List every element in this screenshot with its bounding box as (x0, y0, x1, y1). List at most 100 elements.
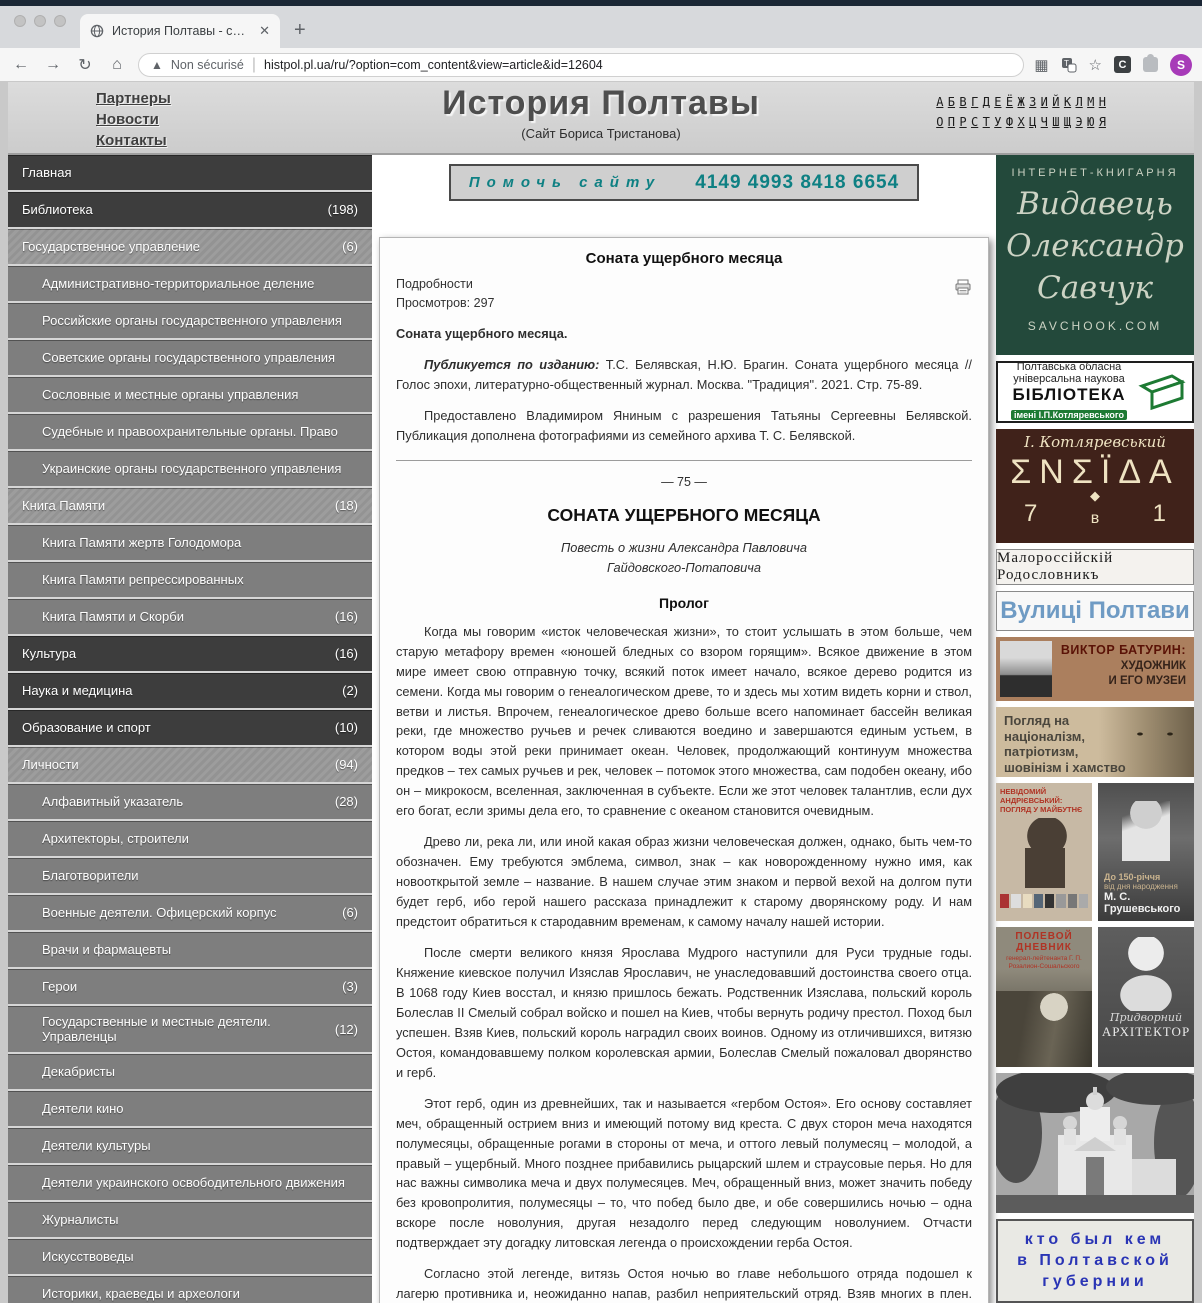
sidebar-item[interactable]: Историки, краеведы и археологи (8, 1276, 372, 1303)
sidebar-item[interactable]: Книга Памяти и Скорби (16) (8, 599, 372, 636)
sidebar-item[interactable]: Благотворители (8, 858, 372, 895)
extensions-puzzle-icon[interactable] (1143, 57, 1158, 72)
sidebar-item[interactable]: Военные деятели. Офицерский корпус (6) (8, 895, 372, 932)
alphabet-letter[interactable]: Ч (1041, 115, 1048, 129)
alphabet-letter[interactable]: В (959, 95, 966, 109)
sidebar-item[interactable]: Деятели культуры (8, 1128, 372, 1165)
banner-baturyn[interactable]: ВИКТОР БАТУРИН: ХУДОЖНИК И ЕГО МУЗЕИ (996, 637, 1194, 701)
alphabet-letter[interactable]: Л (1076, 95, 1083, 109)
sidebar-item[interactable]: Библиотека (198) (8, 192, 372, 229)
sidebar-item[interactable]: Советские органы государственного управл… (8, 340, 372, 377)
sidebar-item[interactable]: Герои (3) (8, 969, 372, 1006)
alphabet-letter[interactable]: И (1041, 95, 1048, 109)
alphabet-letter[interactable]: Р (959, 115, 966, 129)
profile-avatar[interactable]: S (1170, 54, 1192, 76)
tab-close-icon[interactable]: ✕ (259, 23, 270, 39)
apps-grid-icon[interactable]: ▦ (1034, 56, 1048, 74)
sidebar-item[interactable]: Образование и спорт (10) (8, 710, 372, 747)
sidebar-item[interactable]: Государственное управление (6) (8, 229, 372, 266)
alphabet-letter[interactable]: П (948, 115, 955, 129)
extension-c-icon[interactable]: C (1114, 56, 1131, 73)
alphabet-letter[interactable]: Б (948, 95, 955, 109)
sidebar-item[interactable]: Деятели украинского освободительного дви… (8, 1165, 372, 1202)
banner-church-photo[interactable] (996, 1073, 1194, 1213)
alphabet-letter[interactable]: У (994, 115, 1001, 129)
banner-andriyevsky[interactable]: НЕВІДОМИЙ АНДРІЄВСЬКИЙ: ПОГЛЯД У МАЙБУТН… (996, 783, 1092, 921)
sidebar-item[interactable]: Наука и медицина (2) (8, 673, 372, 710)
sidebar-item[interactable]: Сословные и местные органы управления (8, 377, 372, 414)
sidebar-item[interactable]: Государственные и местные деятели. Управ… (8, 1006, 372, 1054)
print-button[interactable] (954, 279, 972, 295)
alphabet-letter[interactable]: Щ (1064, 115, 1071, 129)
alphabet-letter[interactable]: Ж (1017, 95, 1024, 109)
alphabet-letter[interactable]: Ю (1087, 115, 1094, 129)
banner-polevoy-dnevnik[interactable]: ПОЛЕВОЙ ДНЕВНИК генерал-лейтенанта Г. П.… (996, 927, 1092, 1067)
alphabet-letter[interactable]: С (971, 115, 978, 129)
alphabet-letter[interactable]: Г (971, 95, 978, 109)
sidebar-item[interactable]: Журналисты (8, 1202, 372, 1239)
banner-architector[interactable]: Придворний АРХІТЕКТОР (1098, 927, 1194, 1067)
translate-icon[interactable]: T (1061, 57, 1077, 73)
sidebar-item[interactable]: Судебные и правоохранительные органы. Пр… (8, 414, 372, 451)
bookmark-star-icon[interactable]: ☆ (1089, 56, 1102, 74)
alphabet-letter[interactable]: Я (1099, 115, 1106, 129)
alphabet-letter[interactable]: М (1087, 95, 1094, 109)
alphabet-letter[interactable]: Д (983, 95, 990, 109)
donate-banner[interactable]: Помочь сайту 4149 4993 8418 6654 (449, 164, 919, 201)
sidebar-item[interactable]: Врачи и фармацевты (8, 932, 372, 969)
alphabet-letter[interactable]: Э (1076, 115, 1083, 129)
banner-kto-byl-kem[interactable]: кто был кем в Полтавской губернии (996, 1219, 1194, 1303)
sidebar-item[interactable]: Алфавитный указатель (28) (8, 784, 372, 821)
reload-button[interactable]: ↻ (74, 55, 96, 75)
banner-rodoslovnik[interactable]: Малороссійскій Родословникъ (996, 549, 1194, 585)
banner-pohlyad[interactable]: Погляд на націоналізм, патріотизм, шовін… (996, 707, 1194, 777)
sidebar-item[interactable]: Декабристы (8, 1054, 372, 1091)
back-button[interactable]: ← (10, 56, 32, 74)
eneida-title: ΣΝΣΪΔΑ (996, 453, 1194, 492)
address-bar[interactable]: ▲ Non sécurisé | histpol.pl.ua/ru/?optio… (138, 53, 1024, 77)
sidebar-item[interactable]: Главная (8, 155, 372, 192)
alphabet-letter[interactable]: Й (1052, 95, 1059, 109)
forward-button[interactable]: → (42, 56, 64, 74)
alphabet-letter[interactable]: Ц (1029, 115, 1036, 129)
banner-savchuk-bookstore[interactable]: ІНТЕРНЕТ-КНИГАРНЯ Видавець Олександр Сав… (996, 155, 1194, 355)
banner-vulytsi-poltavy[interactable]: Вулиці Полтави (996, 591, 1194, 631)
alphabet-letter[interactable]: Н (1099, 95, 1106, 109)
security-warning-icon[interactable]: ▲ (151, 58, 163, 72)
alphabet-letter[interactable]: Т (983, 115, 990, 129)
alphabet-letter[interactable]: Ё (1006, 95, 1013, 109)
tab-title: История Полтавы - сайт Бор (112, 24, 251, 38)
sidebar-item[interactable]: Личности (94) (8, 747, 372, 784)
alphabet-letter[interactable]: З (1029, 95, 1036, 109)
browser-tab[interactable]: История Полтавы - сайт Бор ✕ (80, 14, 280, 48)
sidebar-item[interactable]: Искусствоведы (8, 1239, 372, 1276)
library-named-after: імені І.П.Котляревського (1011, 410, 1127, 420)
sidebar-item[interactable]: Культура (16) (8, 636, 372, 673)
sidebar-item[interactable]: Книга Памяти жертв Голодомора (8, 525, 372, 562)
banner-hrushevsky[interactable]: До 150-річчя від дня народження М. С. Гр… (1098, 783, 1194, 921)
new-tab-button[interactable]: + (294, 19, 306, 42)
banner-eneida[interactable]: І. Котляревський ΣΝΣΪΔΑ ◆ 7 в 1 (996, 429, 1194, 543)
minimize-window-button[interactable] (34, 15, 46, 27)
home-button[interactable]: ⌂ (106, 56, 128, 74)
url-text[interactable]: histpol.pl.ua/ru/?option=com_content&vie… (264, 58, 603, 72)
banner-library[interactable]: Полтавська обласна універсальна наукова … (996, 361, 1194, 423)
sidebar-item[interactable]: Архитекторы, строители (8, 821, 372, 858)
alphabet-letter[interactable]: Ф (1006, 115, 1013, 129)
article-details-link[interactable]: Подробности (396, 275, 494, 294)
alphabet-letter[interactable]: К (1064, 95, 1071, 109)
maximize-window-button[interactable] (54, 15, 66, 27)
alphabet-letter[interactable]: О (936, 115, 943, 129)
alphabet-letter[interactable]: А (936, 95, 943, 109)
sidebar-item[interactable]: Книга Памяти репрессированных (8, 562, 372, 599)
alphabet-letter[interactable]: Ш (1052, 115, 1059, 129)
window-controls[interactable] (10, 6, 80, 48)
sidebar-item[interactable]: Украинские органы государственного управ… (8, 451, 372, 488)
alphabet-letter[interactable]: Е (994, 95, 1001, 109)
alphabet-letter[interactable]: Х (1017, 115, 1024, 129)
sidebar-item[interactable]: Деятели кино (8, 1091, 372, 1128)
sidebar-item[interactable]: Книга Памяти (18) (8, 488, 372, 525)
sidebar-item[interactable]: Административно-территориальное деление (8, 266, 372, 303)
sidebar-item[interactable]: Российские органы государственного управ… (8, 303, 372, 340)
close-window-button[interactable] (14, 15, 26, 27)
